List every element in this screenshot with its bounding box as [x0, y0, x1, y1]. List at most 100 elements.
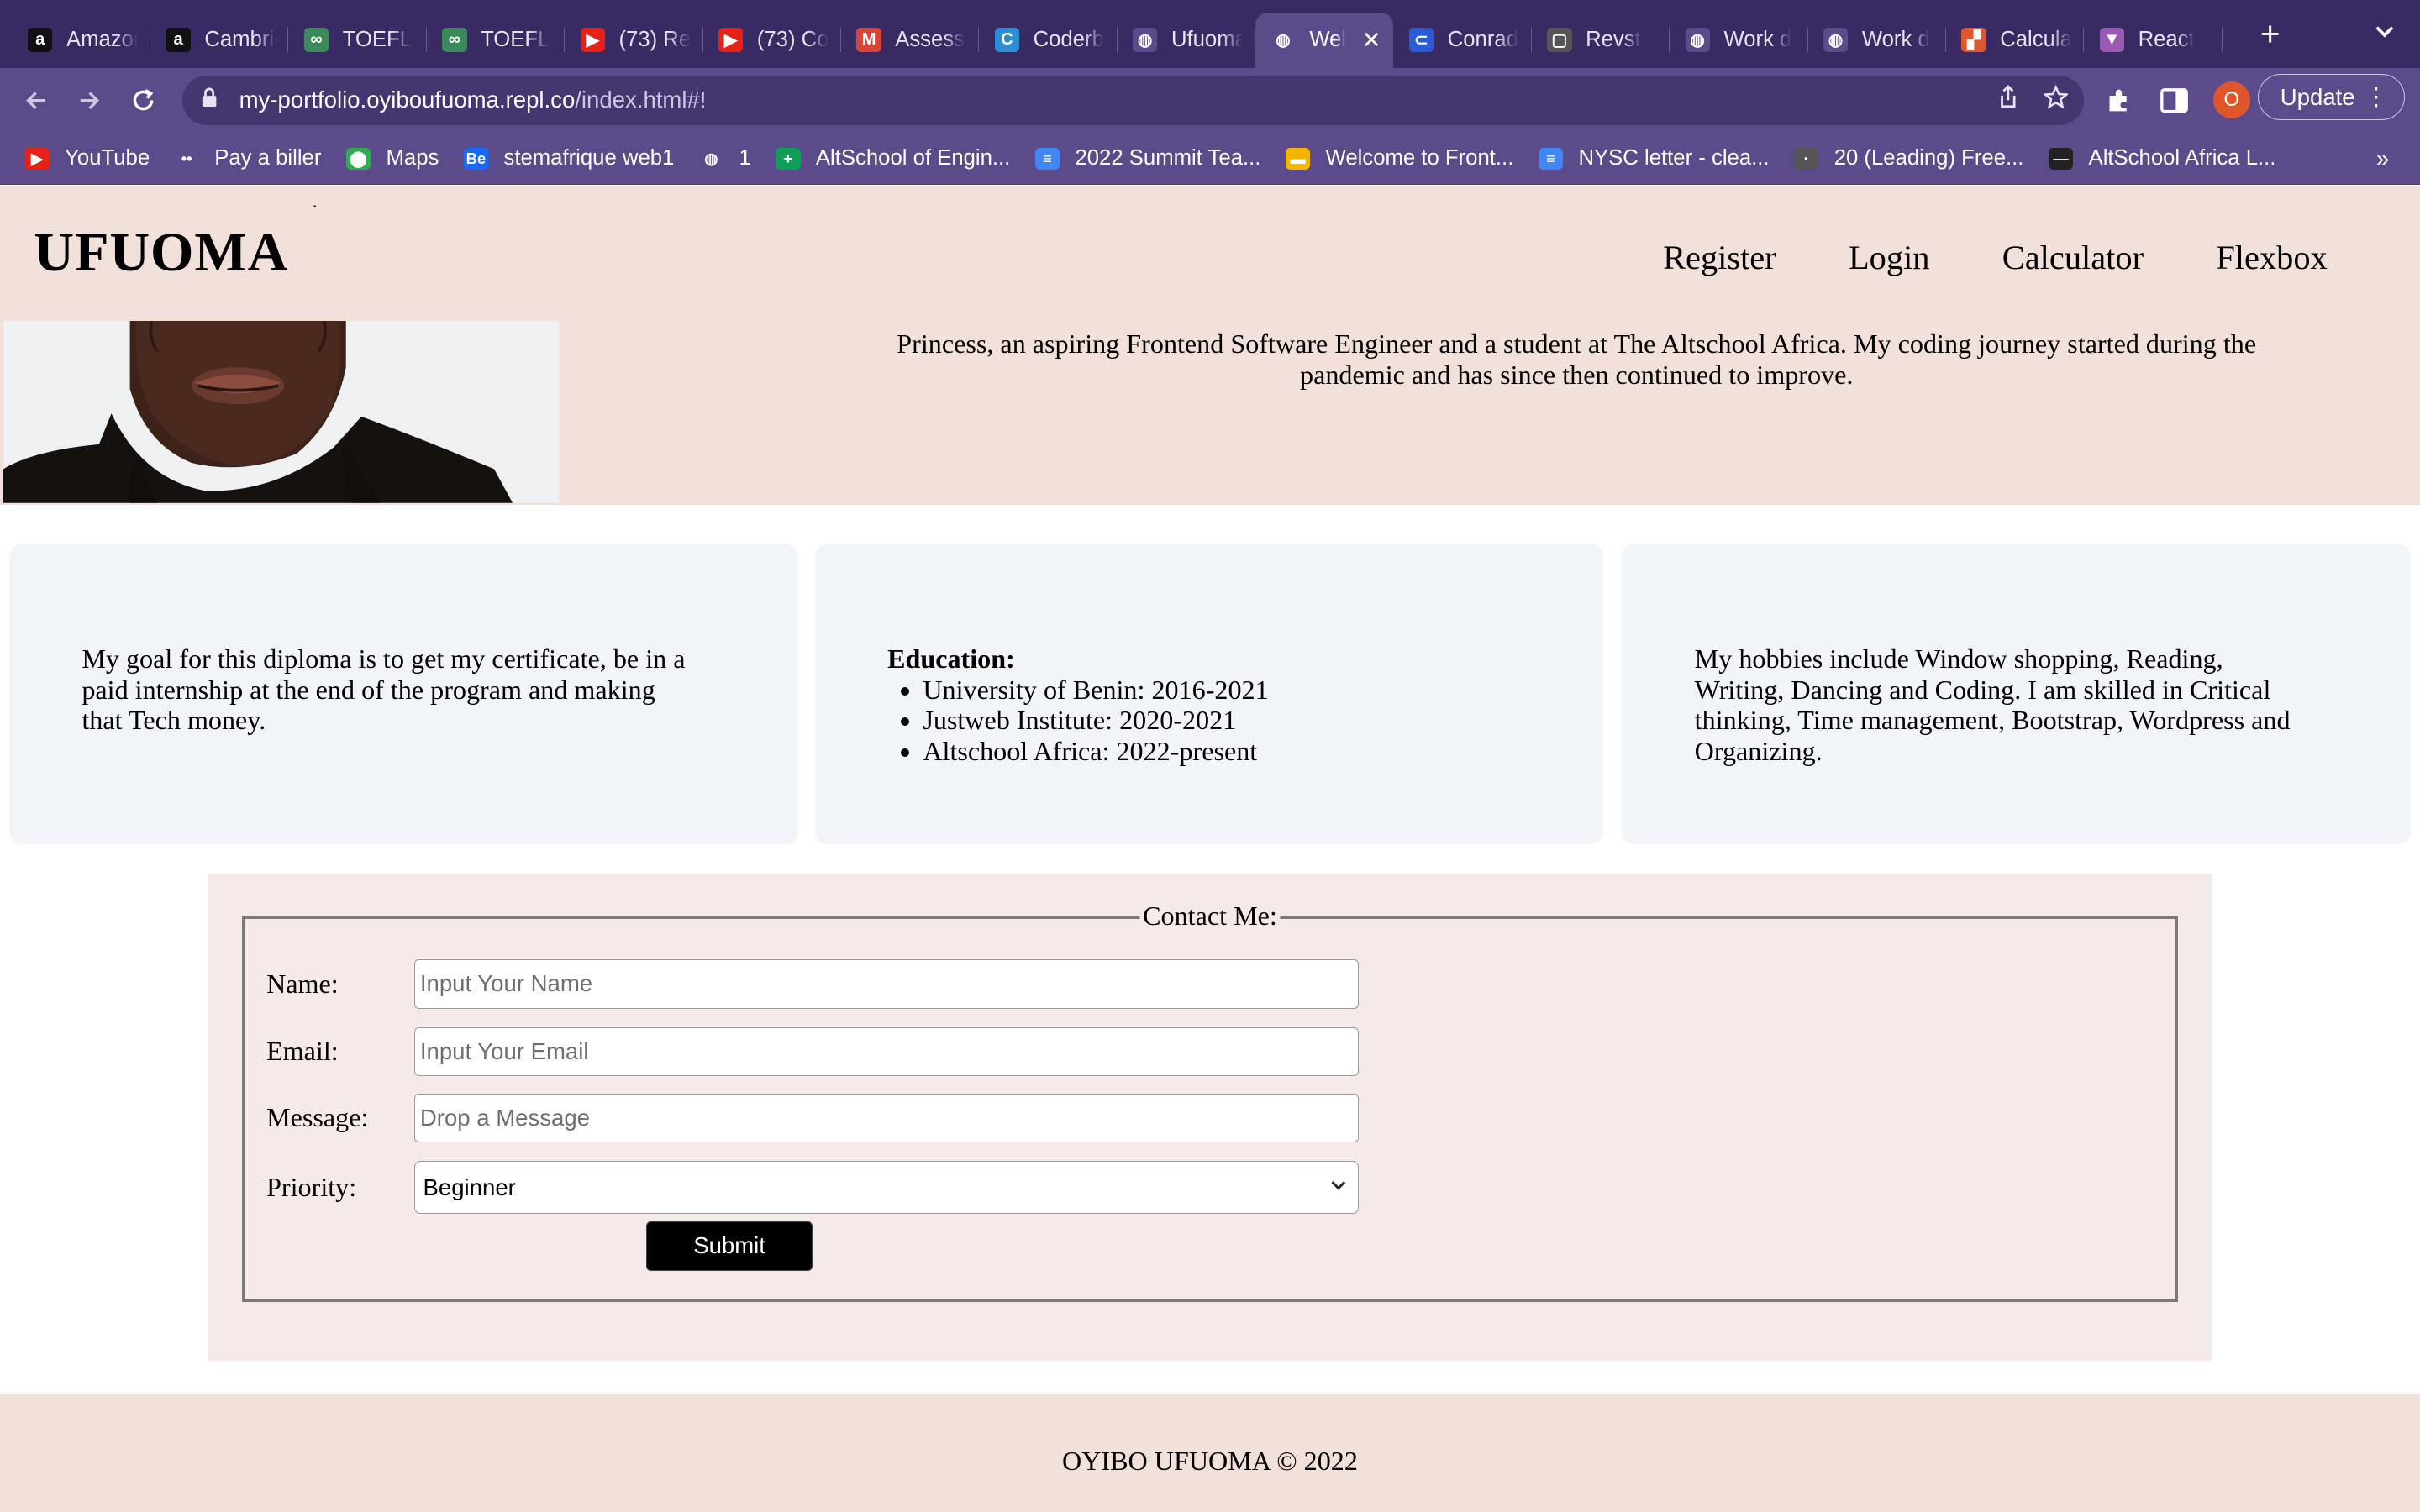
- tab-title: TOEFL: [481, 28, 550, 52]
- bookmark-item[interactable]: ◍ 1: [698, 146, 751, 171]
- share-icon[interactable]: [1997, 84, 2019, 116]
- browser-tab[interactable]: ▢ Revst: [1532, 13, 1670, 68]
- tab-favicon-icon: C: [994, 28, 1020, 53]
- bookmark-label: 2022 Summit Tea...: [1075, 146, 1261, 171]
- bookmark-favicon-icon: ≡: [1034, 147, 1060, 170]
- nav-link-calculator[interactable]: Calculator: [2002, 238, 2144, 277]
- site-header: UFUOMA · Register Login Calculator Flexbox …: [0, 186, 2420, 505]
- browser-tab[interactable]: C Coderb: [979, 13, 1118, 68]
- hobbies-text: My hobbies include Window shopping, Read…: [1694, 643, 2291, 767]
- browser-tab[interactable]: ∞ TOEFL: [427, 13, 566, 68]
- url-host: my-portfolio.oyiboufuoma.repl.co: [239, 87, 576, 113]
- browser-tab[interactable]: ▼ React: [2084, 13, 2223, 68]
- bookmarks-bar: ▶ YouTube •• Pay a biller ⬤ Maps Be stemafrique…: [0, 132, 2420, 186]
- bookmark-item[interactable]: ≡ NYSC letter - clea...: [1538, 146, 1770, 171]
- bookmark-item[interactable]: ▬ Welcome to Front...: [1285, 146, 1513, 171]
- priority-select[interactable]: Beginner: [414, 1161, 1360, 1214]
- hobbies-card: My hobbies include Window shopping, Read…: [1622, 544, 2411, 844]
- bookmark-label: YouTube: [65, 146, 150, 171]
- goal-text: My goal for this diploma is to get my ce…: [82, 643, 686, 736]
- tab-title: Work d: [1861, 28, 1930, 52]
- browser-tab[interactable]: ◍ Work d: [1808, 13, 1946, 68]
- tab-title: React: [2138, 28, 2195, 52]
- nav-link-login[interactable]: Login: [1849, 238, 1929, 277]
- bookmark-item[interactable]: · 20 (Leading) Free...: [1793, 146, 2024, 171]
- bookmark-favicon-icon: —: [2048, 147, 2074, 170]
- address-bar[interactable]: my-portfolio.oyiboufuoma.repl.co/index.h…: [182, 75, 2084, 125]
- tab-favicon-icon: ⊂: [1408, 28, 1434, 53]
- browser-tab[interactable]: a Amazon: [13, 13, 151, 68]
- chevron-down-icon: [1331, 1181, 1345, 1190]
- priority-row: Priority: Beginner: [266, 1161, 1360, 1214]
- tab-title: Wel: [1309, 28, 1347, 52]
- site-logo[interactable]: UFUOMA: [34, 221, 288, 285]
- message-input[interactable]: [414, 1093, 1360, 1143]
- tab-list: aAmazonaCambridge∞TOEFL∞TOEFL▶(73) Re▶(7…: [13, 0, 2223, 68]
- bookmark-label: Maps: [386, 146, 439, 171]
- bookmark-item[interactable]: ▶ YouTube: [24, 146, 150, 171]
- nav-link-flexbox[interactable]: Flexbox: [2216, 238, 2327, 277]
- tab-title: Assess: [895, 28, 965, 52]
- bookmark-label: 20 (Leading) Free...: [1833, 146, 2024, 171]
- bio-line-3: pandemic and has since then continued to…: [1300, 359, 1854, 390]
- profile-avatar[interactable]: O: [2212, 81, 2250, 119]
- bookmark-item[interactable]: — AltSchool Africa L...: [2048, 146, 2276, 171]
- education-card: Education: University of Benin: 2016-202…: [814, 544, 1604, 844]
- nav-link-register[interactable]: Register: [1663, 238, 1776, 277]
- email-label: Email:: [266, 1036, 339, 1067]
- tab-title: Calcula: [2000, 28, 2072, 52]
- bookmark-star-icon[interactable]: [2042, 84, 2070, 116]
- browser-tab[interactable]: ▶ (73) Co: [703, 13, 841, 68]
- tab-search-chevron-icon[interactable]: [2374, 22, 2396, 46]
- browser-tab[interactable]: ◍ Work d: [1670, 13, 1808, 68]
- tab-favicon-icon: a: [166, 28, 191, 53]
- browser-tab[interactable]: ∞ TOEFL: [288, 13, 427, 68]
- name-input[interactable]: [414, 958, 1360, 1009]
- update-button[interactable]: Update ⋮: [2258, 74, 2405, 121]
- close-tab-icon[interactable]: ✕: [1362, 27, 1381, 54]
- education-item: University of Benin: 2016-2021: [923, 675, 1535, 706]
- bookmark-list: ▶ YouTube •• Pay a biller ⬤ Maps Be stemafrique…: [24, 146, 2300, 171]
- browser-tab[interactable]: ◍ Wel ✕: [1255, 12, 1394, 68]
- back-arrow-icon: [25, 92, 45, 109]
- bookmark-item[interactable]: + AltSchool of Engin...: [776, 146, 1010, 171]
- browser-tab[interactable]: ▞ Calcula: [1946, 13, 2085, 68]
- browser-tab[interactable]: ⊂ Conrad: [1393, 13, 1532, 68]
- back-button[interactable]: [17, 81, 54, 118]
- bookmark-label: AltSchool Africa L...: [2088, 146, 2276, 171]
- forward-button[interactable]: [71, 81, 108, 118]
- bookmark-item[interactable]: ≡ 2022 Summit Tea...: [1034, 146, 1261, 171]
- info-cards: My goal for this diploma is to get my ce…: [0, 544, 2420, 844]
- bookmark-favicon-icon: ◍: [698, 147, 724, 170]
- message-label: Message:: [266, 1102, 369, 1133]
- bookmark-item[interactable]: •• Pay a biller: [174, 146, 321, 171]
- bookmark-favicon-icon: ▶: [24, 147, 50, 170]
- browser-tab[interactable]: a Cambridge: [150, 13, 289, 68]
- bookmarks-overflow-button[interactable]: »: [2376, 145, 2389, 172]
- contact-legend: Contact Me:: [1139, 900, 1281, 932]
- reload-icon: [133, 88, 154, 111]
- more-menu-icon[interactable]: ⋮: [2364, 82, 2388, 112]
- bookmark-item[interactable]: ⬤ Maps: [345, 146, 439, 171]
- tab-favicon-icon: M: [856, 28, 881, 53]
- browser-tab[interactable]: M Assess: [841, 13, 980, 68]
- bio-text: Princess, an aspiring Frontend Software …: [886, 310, 2267, 391]
- new-tab-button[interactable]: +: [2250, 14, 2291, 54]
- message-row: Message:: [266, 1093, 1360, 1143]
- browser-tab[interactable]: ▶ (73) Re: [565, 13, 703, 68]
- tab-title: Cambridge: [204, 28, 276, 52]
- browser-tab[interactable]: ◍ Ufuoma: [1118, 13, 1256, 68]
- tab-favicon-icon: ∞: [442, 28, 467, 53]
- url-path: /index.html#!: [575, 87, 707, 113]
- stray-dot: ·: [312, 196, 318, 218]
- extensions-puzzle-icon[interactable]: [2102, 83, 2136, 117]
- side-panel-icon[interactable]: [2158, 83, 2191, 117]
- name-row: Name:: [266, 958, 1360, 1009]
- bookmark-item[interactable]: Be stemafrique web1: [463, 146, 674, 171]
- reload-button[interactable]: [125, 81, 162, 118]
- education-heading: Education:: [887, 643, 1015, 674]
- submit-button[interactable]: Submit: [645, 1221, 813, 1271]
- tab-favicon-icon: ◍: [1270, 28, 1296, 53]
- tab-favicon-icon: ▶: [580, 28, 605, 53]
- email-input[interactable]: [414, 1026, 1360, 1077]
